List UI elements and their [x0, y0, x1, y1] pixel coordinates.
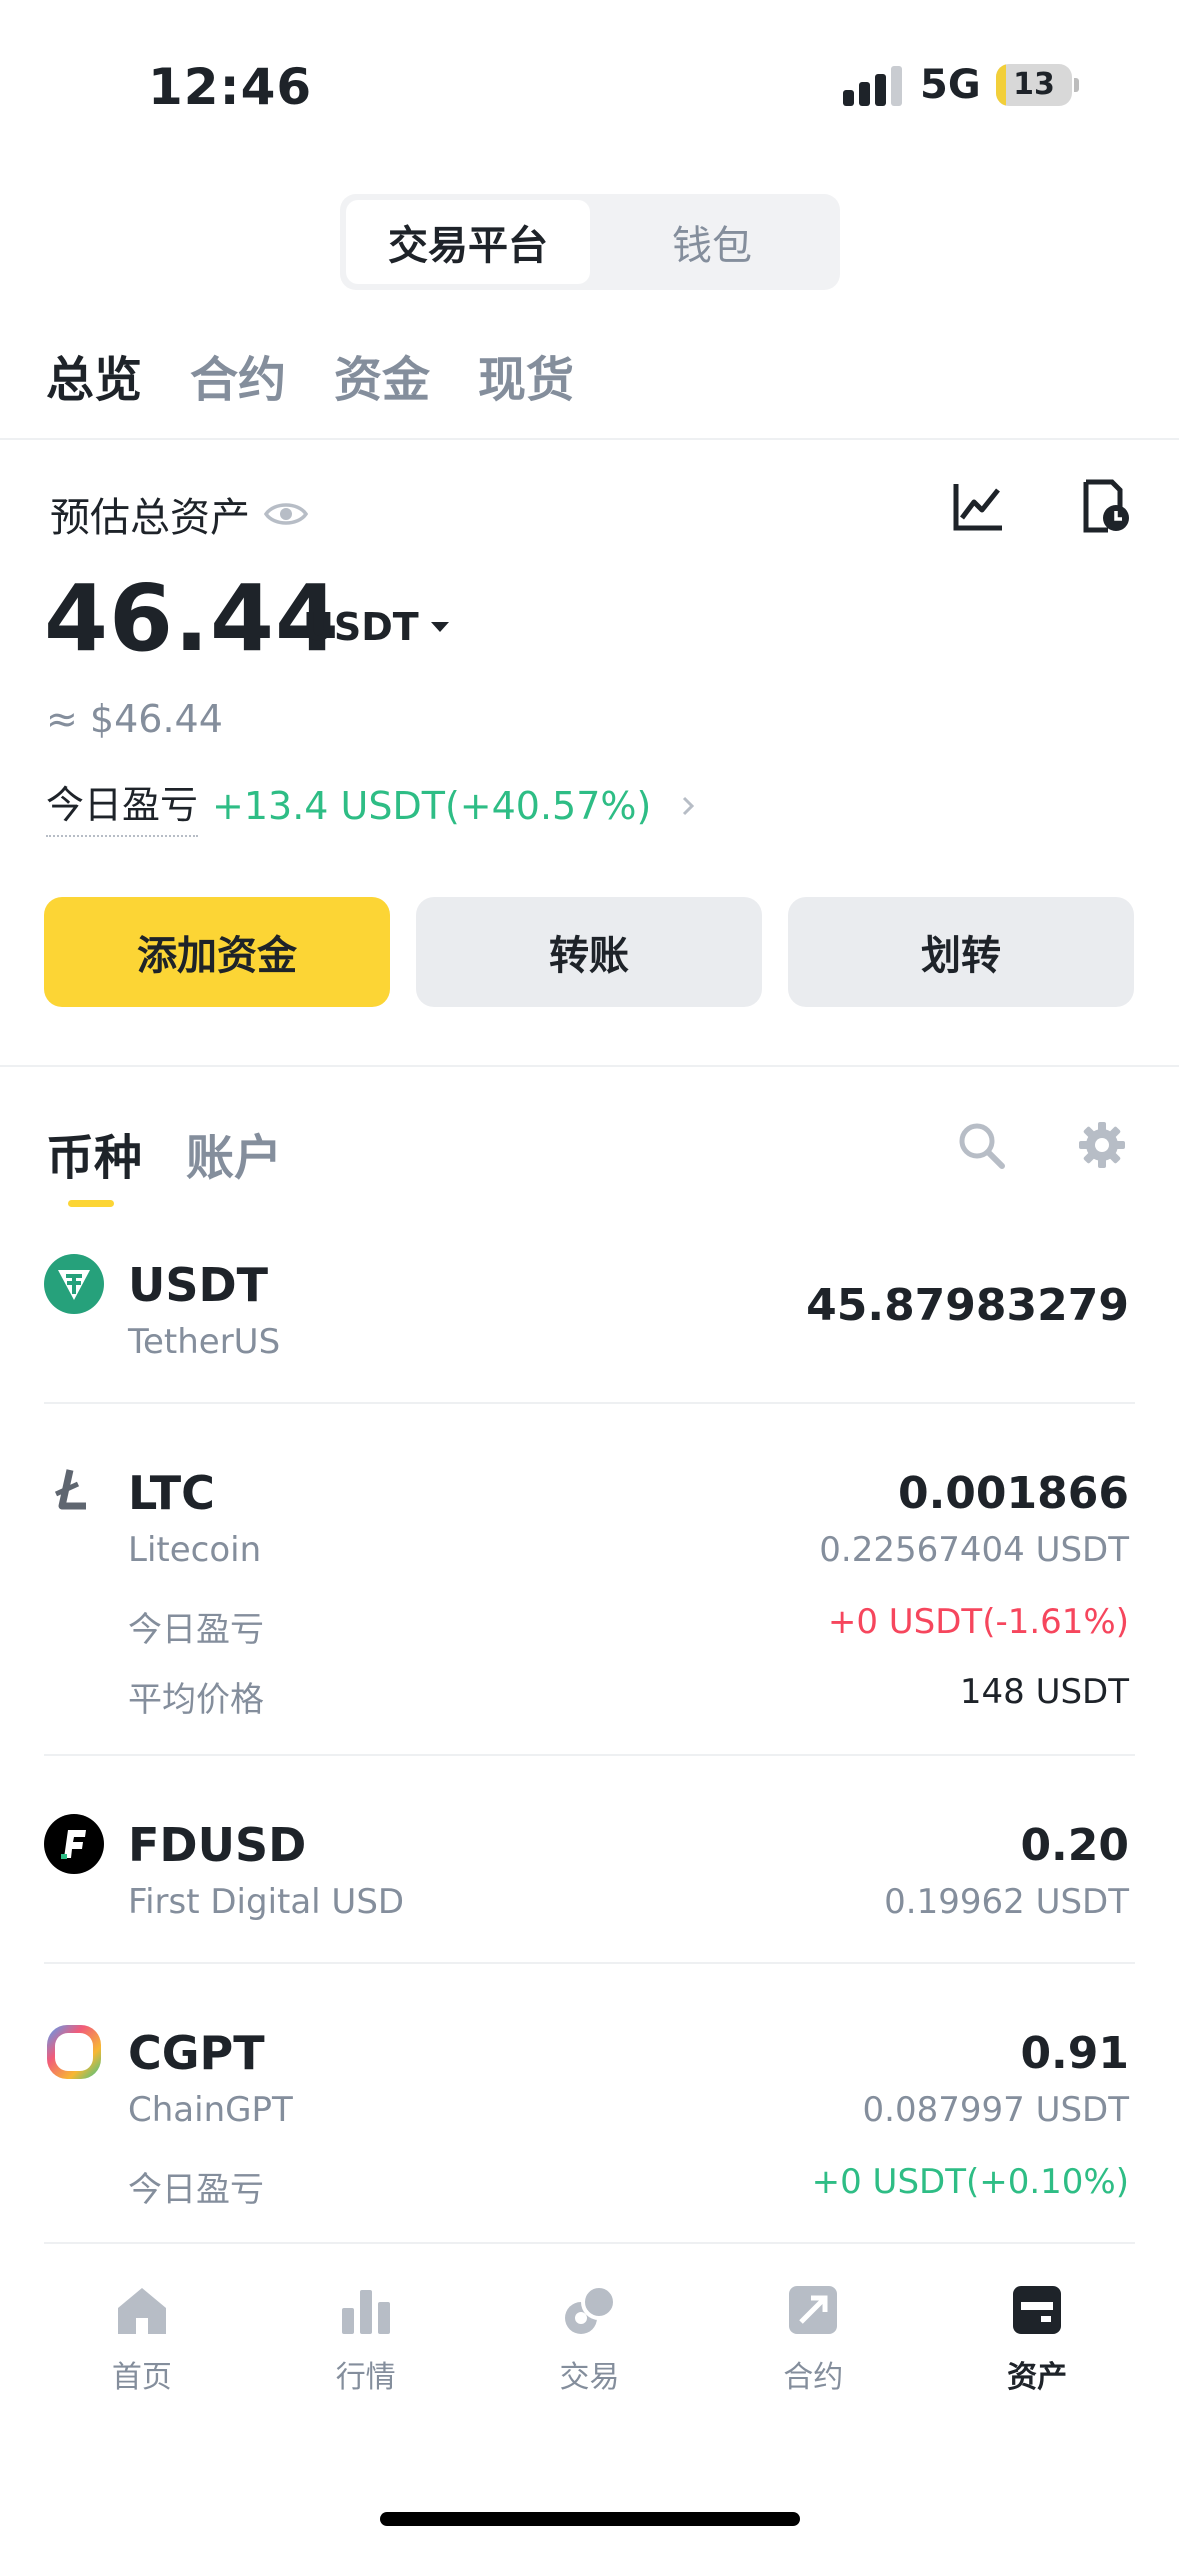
coin-amount: 0.001866: [897, 1468, 1129, 1519]
coin-symbol: USDT: [128, 1258, 269, 1312]
divider: [44, 1962, 1135, 1964]
segment-exchange[interactable]: 交易平台: [346, 200, 590, 284]
home-indicator: [380, 2512, 800, 2526]
send-button[interactable]: 转账: [416, 897, 762, 1007]
estimated-assets-text: 预估总资产: [50, 495, 250, 541]
coin-pnl-label: 今日盈亏: [128, 1610, 264, 1650]
divider: [44, 1754, 1135, 1756]
nav-label: 首页: [111, 2360, 172, 2395]
coin-avg-price: 148 USDT: [959, 1672, 1129, 1712]
nav-markets[interactable]: 行情: [266, 2280, 466, 2480]
tab-indicator: [68, 1200, 114, 1207]
coin-amount: 0.91: [1020, 2028, 1129, 2079]
tab-accounts[interactable]: 账户: [186, 1118, 282, 1188]
chevron-right-icon: [683, 796, 695, 815]
nav-assets[interactable]: 资产: [937, 2280, 1137, 2480]
transfer-button[interactable]: 划转: [788, 897, 1134, 1007]
coin-amount: 45.87983279: [806, 1280, 1129, 1331]
coin-pnl: +0 USDT(+0.10%): [811, 2162, 1129, 2202]
status-time: 12:46: [148, 58, 313, 116]
balance-fiat: ≈ $46.44: [46, 697, 223, 741]
add-funds-button[interactable]: 添加资金: [44, 897, 390, 1007]
asset-tabs: 总览 合约 资金 现货: [46, 340, 574, 410]
today-pnl-value: +13.4 USDT(+40.57%): [212, 783, 652, 828]
coin-pnl: +0 USDT(-1.61%): [827, 1602, 1129, 1642]
coin-pnl-label: 今日盈亏: [128, 2170, 264, 2210]
currency-label: USDT: [303, 605, 419, 649]
tab-futures[interactable]: 合约: [190, 340, 286, 410]
nav-label: 行情: [335, 2360, 396, 2395]
fdusd-icon: [44, 1814, 104, 1874]
total-balance: 46.44: [44, 565, 341, 672]
markets-icon: [341, 2290, 390, 2334]
divider: [0, 438, 1179, 440]
divider: [0, 1065, 1179, 1067]
coin-symbol: LTC: [128, 1466, 215, 1520]
tab-coins[interactable]: 币种: [46, 1118, 142, 1188]
tether-icon: [44, 1254, 104, 1314]
segment-wallet[interactable]: 钱包: [590, 200, 834, 284]
tab-spot[interactable]: 现货: [478, 340, 574, 410]
battery-indicator: 13: [996, 64, 1072, 106]
wallet-icon: [1013, 2286, 1062, 2334]
home-icon: [117, 2288, 166, 2334]
nav-trade[interactable]: 交易: [489, 2280, 689, 2480]
battery-level: 13: [1013, 67, 1055, 102]
coin-name: First Digital USD: [128, 1882, 405, 1922]
coin-value: 0.087997 USDT: [862, 2090, 1129, 2130]
coin-avg-label: 平均价格: [128, 1680, 264, 1720]
search-icon[interactable]: [956, 1120, 1006, 1170]
tab-funding[interactable]: 资金: [334, 340, 430, 410]
list-item[interactable]: USDT TetherUS 45.87983279: [0, 1240, 1179, 1400]
nav-label: 交易: [559, 2360, 620, 2395]
battery-nub: [1074, 78, 1079, 92]
coin-name: TetherUS: [128, 1322, 281, 1362]
coin-amount: 0.20: [1020, 1820, 1129, 1871]
coin-value: 0.22567404 USDT: [819, 1530, 1129, 1570]
eye-icon[interactable]: [264, 499, 308, 529]
coin-symbol: FDUSD: [128, 1818, 307, 1872]
bottom-nav: 首页 行情 交易 合约 资产: [0, 2280, 1179, 2480]
futures-icon: [789, 2286, 838, 2334]
divider: [44, 2242, 1135, 2244]
network-type: 5G: [920, 62, 981, 108]
signal-icon: [843, 66, 902, 106]
nav-futures[interactable]: 合约: [713, 2280, 913, 2480]
chart-icon[interactable]: [950, 478, 1006, 534]
list-item[interactable]: FDUSD First Digital USD 0.20 0.19962 USD…: [0, 1800, 1179, 1940]
history-icon[interactable]: [1078, 478, 1134, 534]
trade-icon: [565, 2284, 618, 2334]
platform-switch: 交易平台 钱包: [340, 194, 840, 290]
nav-label: 资产: [1007, 2360, 1068, 2395]
currency-selector[interactable]: USDT: [303, 605, 451, 649]
status-bar: 12:46 5G 13: [0, 0, 1179, 170]
tab-overview[interactable]: 总览: [46, 340, 142, 410]
coin-symbol: CGPT: [128, 2026, 265, 2080]
coin-name: Litecoin: [128, 1530, 262, 1570]
coin-value: 0.19962 USDT: [884, 1882, 1129, 1922]
list-tabs: 币种 账户: [46, 1118, 282, 1188]
divider: [44, 1402, 1135, 1404]
nav-home[interactable]: 首页: [42, 2280, 242, 2480]
litecoin-icon: [54, 1469, 86, 1510]
today-pnl-row[interactable]: 今日盈亏 +13.4 USDT(+40.57%): [46, 774, 699, 837]
today-pnl-label: 今日盈亏: [46, 774, 199, 837]
estimated-assets-label: 预估总资产: [50, 485, 308, 543]
chaingpt-icon: [47, 2025, 101, 2079]
list-item[interactable]: LTC Litecoin 0.001866 0.22567404 USDT 今日…: [0, 1448, 1179, 1728]
nav-label: 合约: [783, 2360, 844, 2395]
coin-name: ChainGPT: [128, 2090, 293, 2130]
list-item[interactable]: CGPT ChainGPT 0.91 0.087997 USDT 今日盈亏 +0…: [0, 2008, 1179, 2218]
gear-icon[interactable]: [1077, 1120, 1127, 1170]
caret-down-icon: [430, 622, 449, 632]
